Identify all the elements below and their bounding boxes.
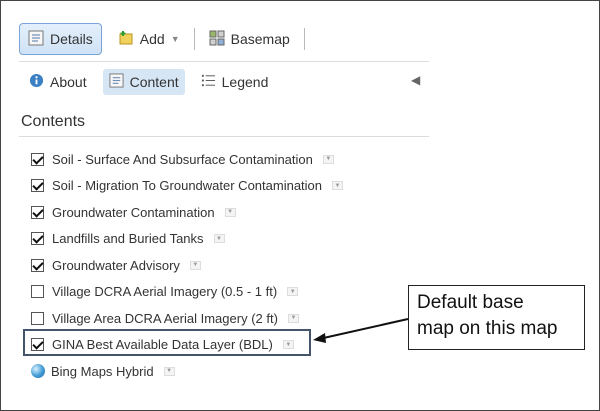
- layer-label: Village Area DCRA Aerial Imagery (2 ft): [52, 310, 278, 326]
- details-button[interactable]: Details: [19, 23, 102, 55]
- layer-checkbox[interactable]: [31, 205, 44, 219]
- toolbar-separator: [19, 61, 429, 62]
- layer-label: Soil - Migration To Groundwater Contamin…: [52, 178, 323, 194]
- details-label: Details: [50, 31, 93, 47]
- add-layer-icon: [118, 30, 134, 49]
- tab-legend[interactable]: Legend: [195, 69, 275, 95]
- basemap-grid-icon: [209, 30, 225, 49]
- basemap-label: Basemap: [230, 31, 290, 47]
- layer-label: Groundwater Contamination: [52, 204, 215, 220]
- layer-checkbox[interactable]: [31, 232, 44, 246]
- screenshot-frame: Details Add ▼ Basemap About Content Lege…: [0, 0, 600, 411]
- content-icon: [109, 73, 124, 91]
- layer-checkbox[interactable]: [31, 179, 44, 193]
- highlight-box: [23, 329, 311, 356]
- layer-menu-icon[interactable]: ▼: [287, 287, 299, 297]
- info-icon: [29, 73, 44, 91]
- add-button[interactable]: Add ▼: [110, 23, 188, 55]
- list-item: Soil - Migration To Groundwater Contamin…: [31, 173, 431, 200]
- layer-checkbox[interactable]: [31, 285, 44, 299]
- details-icon: [28, 30, 44, 49]
- layer-menu-icon[interactable]: ▼: [322, 154, 334, 164]
- contents-heading: Contents: [21, 113, 86, 130]
- callout-line-1: Default base: [417, 292, 524, 313]
- callout-annotation: Default base map on this map: [408, 285, 585, 350]
- layer-checkbox[interactable]: [31, 152, 44, 166]
- globe-icon: [31, 364, 45, 379]
- tab-about-label: About: [50, 74, 87, 90]
- basemap-button[interactable]: Basemap: [201, 23, 298, 55]
- main-toolbar: Details Add ▼ Basemap: [19, 19, 429, 59]
- collapse-panel-icon[interactable]: ◀: [411, 73, 420, 87]
- list-item: Village Area DCRA Aerial Imagery (2 ft) …: [31, 305, 431, 332]
- callout-line-2: map on this map: [417, 318, 558, 339]
- tab-legend-label: Legend: [221, 74, 269, 90]
- layer-label: Village DCRA Aerial Imagery (0.5 - 1 ft): [52, 284, 278, 300]
- layer-menu-icon[interactable]: ▼: [287, 313, 299, 323]
- toolbar-divider: [303, 28, 305, 50]
- list-item: Groundwater Advisory ▼: [31, 252, 431, 279]
- layer-checkbox[interactable]: [31, 258, 44, 272]
- layer-menu-icon[interactable]: ▼: [332, 181, 344, 191]
- list-item: Soil - Surface And Subsurface Contaminat…: [31, 146, 431, 173]
- add-label: Add: [139, 31, 165, 47]
- layer-menu-icon[interactable]: ▼: [224, 207, 236, 217]
- tab-about[interactable]: About: [23, 69, 93, 95]
- layer-menu-icon[interactable]: ▼: [189, 260, 201, 270]
- basemap-layer-label: Bing Maps Hybrid: [51, 363, 154, 379]
- list-item: Bing Maps Hybrid ▼: [31, 358, 431, 385]
- tab-content[interactable]: Content: [102, 69, 185, 95]
- list-item: Groundwater Contamination ▼: [31, 199, 431, 226]
- layer-label: Landfills and Buried Tanks: [52, 231, 204, 247]
- layer-label: Groundwater Advisory: [52, 257, 180, 273]
- panel-tabs: About Content Legend: [23, 67, 284, 97]
- layer-menu-icon[interactable]: ▼: [213, 234, 225, 244]
- contents-divider: [19, 136, 429, 137]
- layer-checkbox[interactable]: [31, 311, 44, 325]
- legend-list-icon: [201, 73, 216, 91]
- layer-label: Soil - Surface And Subsurface Contaminat…: [52, 151, 313, 167]
- list-item: Village DCRA Aerial Imagery (0.5 - 1 ft)…: [31, 279, 431, 306]
- layer-menu-icon[interactable]: ▼: [163, 366, 175, 376]
- toolbar-divider: [193, 28, 195, 50]
- list-item: Landfills and Buried Tanks ▼: [31, 226, 431, 253]
- chevron-down-icon: ▼: [170, 34, 180, 44]
- tab-content-label: Content: [129, 74, 179, 90]
